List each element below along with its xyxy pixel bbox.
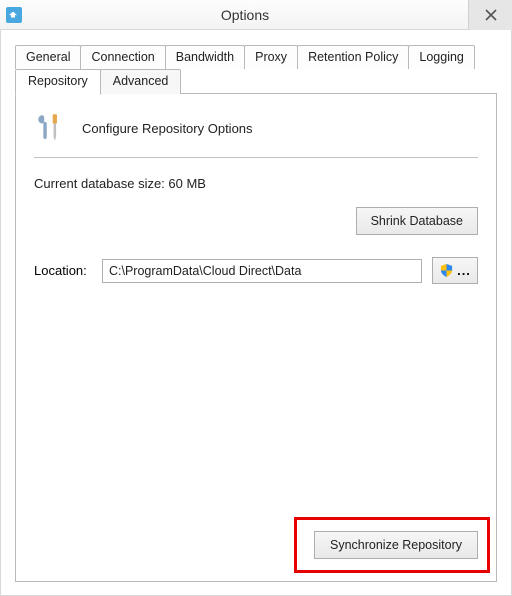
- tab-bandwidth[interactable]: Bandwidth: [165, 45, 245, 69]
- window-title: Options: [22, 7, 468, 23]
- config-heading: Configure Repository Options: [82, 121, 253, 136]
- uac-shield-icon: [439, 263, 454, 278]
- tabstrip-row1: General Connection Bandwidth Proxy Reten…: [15, 44, 497, 68]
- close-button[interactable]: [468, 0, 512, 30]
- titlebar: Options: [0, 0, 512, 30]
- tab-logging[interactable]: Logging: [408, 45, 475, 69]
- config-header: Configure Repository Options: [34, 110, 478, 147]
- ellipsis-label: ...: [457, 263, 471, 278]
- tab-repository[interactable]: Repository: [15, 69, 101, 95]
- close-icon: [485, 9, 497, 21]
- location-input[interactable]: [102, 259, 422, 283]
- tab-proxy[interactable]: Proxy: [244, 45, 298, 69]
- tab-general[interactable]: General: [15, 45, 81, 69]
- db-size-label: Current database size: 60 MB: [34, 176, 478, 191]
- tab-connection[interactable]: Connection: [80, 45, 165, 69]
- browse-button[interactable]: ...: [432, 257, 478, 284]
- app-icon: [6, 7, 22, 23]
- location-label: Location:: [34, 263, 92, 278]
- tab-retention-policy[interactable]: Retention Policy: [297, 45, 409, 69]
- tabstrip-row2: Repository Advanced: [15, 69, 497, 94]
- tab-advanced[interactable]: Advanced: [100, 69, 182, 94]
- tabpage-repository: Configure Repository Options Current dat…: [15, 93, 497, 582]
- wrench-screwdriver-icon: [34, 110, 68, 147]
- divider: [34, 157, 478, 158]
- shrink-database-button[interactable]: Shrink Database: [356, 207, 478, 235]
- synchronize-repository-button[interactable]: Synchronize Repository: [314, 531, 478, 559]
- location-row: Location: ...: [34, 257, 478, 284]
- dialog-body: General Connection Bandwidth Proxy Reten…: [0, 30, 512, 596]
